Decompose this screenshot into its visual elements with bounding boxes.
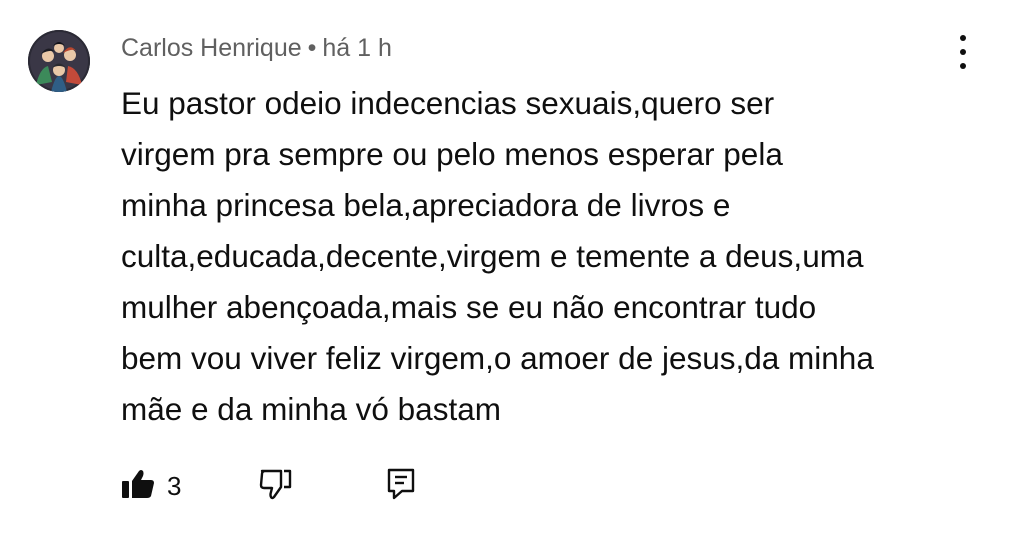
dislike-button[interactable]	[259, 462, 293, 510]
more-options-button[interactable]	[950, 32, 978, 72]
comment-line: mãe e da minha vó bastam	[121, 391, 501, 427]
header-separator: •	[307, 34, 317, 62]
thumb-down-outline-icon	[259, 468, 293, 505]
thumb-up-filled-icon	[121, 468, 155, 505]
like-count: 3	[167, 470, 182, 501]
comment-line: mulher abençoada,mais se eu não encontra…	[121, 289, 817, 325]
comment-header: Carlos Henrique • há 1 h	[121, 33, 392, 63]
comment-line: virgem pra sempre ou pelo menos esperar …	[121, 136, 783, 172]
avatar[interactable]	[28, 30, 90, 92]
comment-line: culta,educada,decente,virgem e temente a…	[121, 238, 864, 274]
comment-body: Eu pastor odeio indecencias sexuais,quer…	[121, 78, 1001, 435]
comment-timestamp[interactable]: há 1 h	[322, 34, 392, 62]
comment-actions: 3	[121, 462, 541, 510]
comment-line: bem vou viver feliz virgem,o amoer de je…	[121, 340, 874, 376]
reply-button[interactable]	[385, 462, 417, 510]
comment-reply-icon	[385, 467, 417, 506]
comment-line: minha princesa bela,apreciadora de livro…	[121, 187, 731, 223]
comment-thread: Carlos Henrique • há 1 h Eu pastor odeio i…	[0, 0, 1024, 542]
author-name[interactable]: Carlos Henrique	[121, 34, 302, 62]
comment-line: Eu pastor odeio indecencias sexuais,quer…	[121, 85, 775, 121]
like-button[interactable]: 3	[121, 462, 181, 510]
